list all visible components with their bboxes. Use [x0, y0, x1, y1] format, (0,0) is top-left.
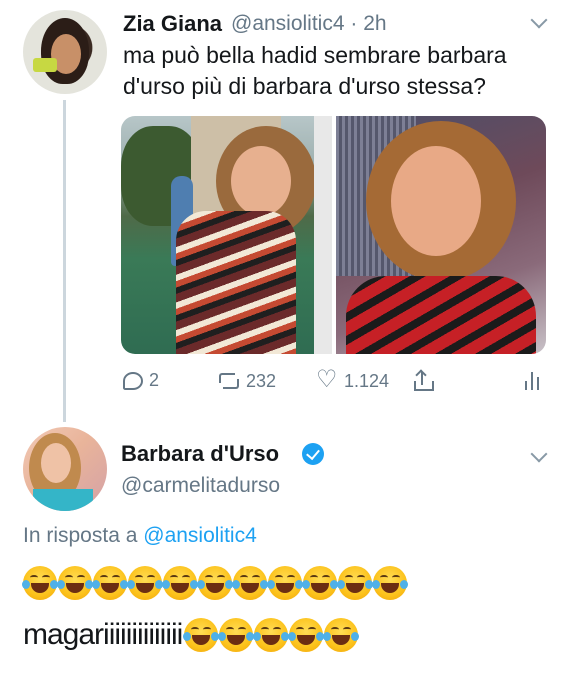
- face-with-tears-of-joy-emoji: [253, 618, 290, 652]
- reply-to-label: In risposta a: [23, 524, 138, 547]
- face-with-tears-of-joy-emoji: [197, 566, 233, 600]
- reply-button[interactable]: 2: [123, 370, 159, 391]
- chevron-down-icon[interactable]: [531, 448, 547, 464]
- like-icon: [316, 369, 338, 392]
- reply-to-mention[interactable]: @ansiolitic4: [143, 524, 257, 547]
- face-with-tears-of-joy-emoji: [92, 566, 128, 600]
- face-with-tears-of-joy-emoji: [302, 566, 338, 600]
- tweet1-author-name[interactable]: Zia Giana: [123, 11, 222, 37]
- reply-count: 2: [149, 370, 160, 390]
- retweet-count: 232: [246, 370, 277, 391]
- chevron-down-icon[interactable]: [531, 14, 547, 30]
- tweet1-action-bar: 2 232 1.124: [0, 369, 569, 396]
- face-with-tears-of-joy-emoji: [267, 566, 303, 600]
- face-with-tears-of-joy-emoji: [183, 618, 220, 652]
- face-with-tears-of-joy-emoji: [337, 566, 373, 600]
- tweet1-photo-2[interactable]: [335, 116, 546, 354]
- tweet1-handle-time[interactable]: @ansiolitic4 · 2h: [231, 12, 387, 36]
- tweet1-handle[interactable]: @ansiolitic4: [231, 12, 345, 35]
- retweet-button[interactable]: 232: [218, 370, 276, 392]
- face-with-tears-of-joy-emoji: [57, 566, 93, 600]
- face-with-tears-of-joy-emoji: [372, 566, 408, 600]
- face-with-tears-of-joy-emoji: [127, 566, 163, 600]
- tweet2-emoji-line: [22, 566, 408, 600]
- face-with-tears-of-joy-emoji: [218, 618, 255, 652]
- analytics-button[interactable]: [522, 370, 544, 392]
- tweet2-text-line: magariiiiiiiiiiiiii: [23, 618, 360, 652]
- tweet1-photo-1[interactable]: [121, 116, 332, 354]
- tweet1-text: ma può bella hadid sembrare barbara d'ur…: [123, 42, 507, 99]
- avatar-barbara-durso[interactable]: [23, 427, 107, 511]
- tweet2-text: magariiiiiiiiiiiiii: [23, 618, 183, 651]
- tweet2-author-name[interactable]: Barbara d'Urso: [121, 441, 279, 467]
- verified-badge-icon: [302, 443, 324, 465]
- face-with-tears-of-joy-emoji: [162, 566, 198, 600]
- analytics-icon: [522, 370, 544, 392]
- share-icon: [412, 369, 434, 392]
- share-button[interactable]: [412, 369, 434, 392]
- reply-context: In risposta a @ansiolitic4: [23, 524, 257, 548]
- face-with-tears-of-joy-emoji: [288, 618, 325, 652]
- tweet1-time[interactable]: 2h: [363, 12, 386, 35]
- face-with-tears-of-joy-emoji: [22, 566, 58, 600]
- like-button[interactable]: 1.124: [316, 369, 390, 392]
- tweet1-media-grid[interactable]: [121, 116, 546, 354]
- face-with-tears-of-joy-emoji: [232, 566, 268, 600]
- face-with-tears-of-joy-emoji: [323, 618, 360, 652]
- retweet-icon: [218, 370, 240, 392]
- avatar-zia-giana[interactable]: [23, 10, 107, 94]
- like-count: 1.124: [344, 370, 390, 391]
- tweet2-handle[interactable]: @carmelitadurso: [121, 474, 280, 498]
- reply-icon: [123, 371, 143, 390]
